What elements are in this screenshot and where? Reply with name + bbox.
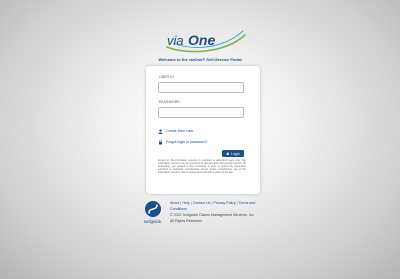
password-input[interactable] xyxy=(158,107,244,118)
forgot-label: Forgot login or password? xyxy=(166,140,208,144)
login-card: USER ID PASSWORD Create New User Forgot … xyxy=(146,66,260,194)
password-label: PASSWORD xyxy=(159,100,180,104)
logo-text-via: via xyxy=(167,33,184,48)
copyright-block: © 2022 Sedgwick Claims Management Servic… xyxy=(170,212,270,224)
sedgwick-logo: sedgwick. xyxy=(144,201,162,224)
login-button[interactable]: Login xyxy=(222,150,244,157)
forgot-link[interactable]: Forgot login or password? xyxy=(158,139,208,145)
footer-link-about[interactable]: About xyxy=(170,201,179,205)
rights-text: All Rights Reserved. xyxy=(170,219,203,223)
create-user-label: Create New User xyxy=(166,129,194,133)
footer-link-help[interactable]: Help xyxy=(182,201,189,205)
create-user-link[interactable]: Create New User xyxy=(158,128,194,134)
login-button-label: Login xyxy=(231,151,240,156)
lock-icon xyxy=(226,151,229,155)
user-id-input[interactable] xyxy=(158,82,244,93)
lock-icon xyxy=(159,139,162,144)
logo-text-one: One xyxy=(188,32,215,48)
footer-links: About | Help | Contact Us | Privacy Poli… xyxy=(170,200,266,212)
sedgwick-logo-text: sedgwick. xyxy=(144,219,162,224)
user-id-label: USER ID xyxy=(159,75,174,79)
user-icon xyxy=(158,128,163,134)
security-notice: Access to this information resource is r… xyxy=(158,159,246,174)
footer-link-privacy[interactable]: Privacy Policy xyxy=(213,201,235,205)
footer-link-contact[interactable]: Contact Us xyxy=(193,201,211,205)
viaone-logo: via One xyxy=(166,30,246,53)
welcome-heading: Welcome to the viaOne® Self-Service Port… xyxy=(158,57,242,62)
